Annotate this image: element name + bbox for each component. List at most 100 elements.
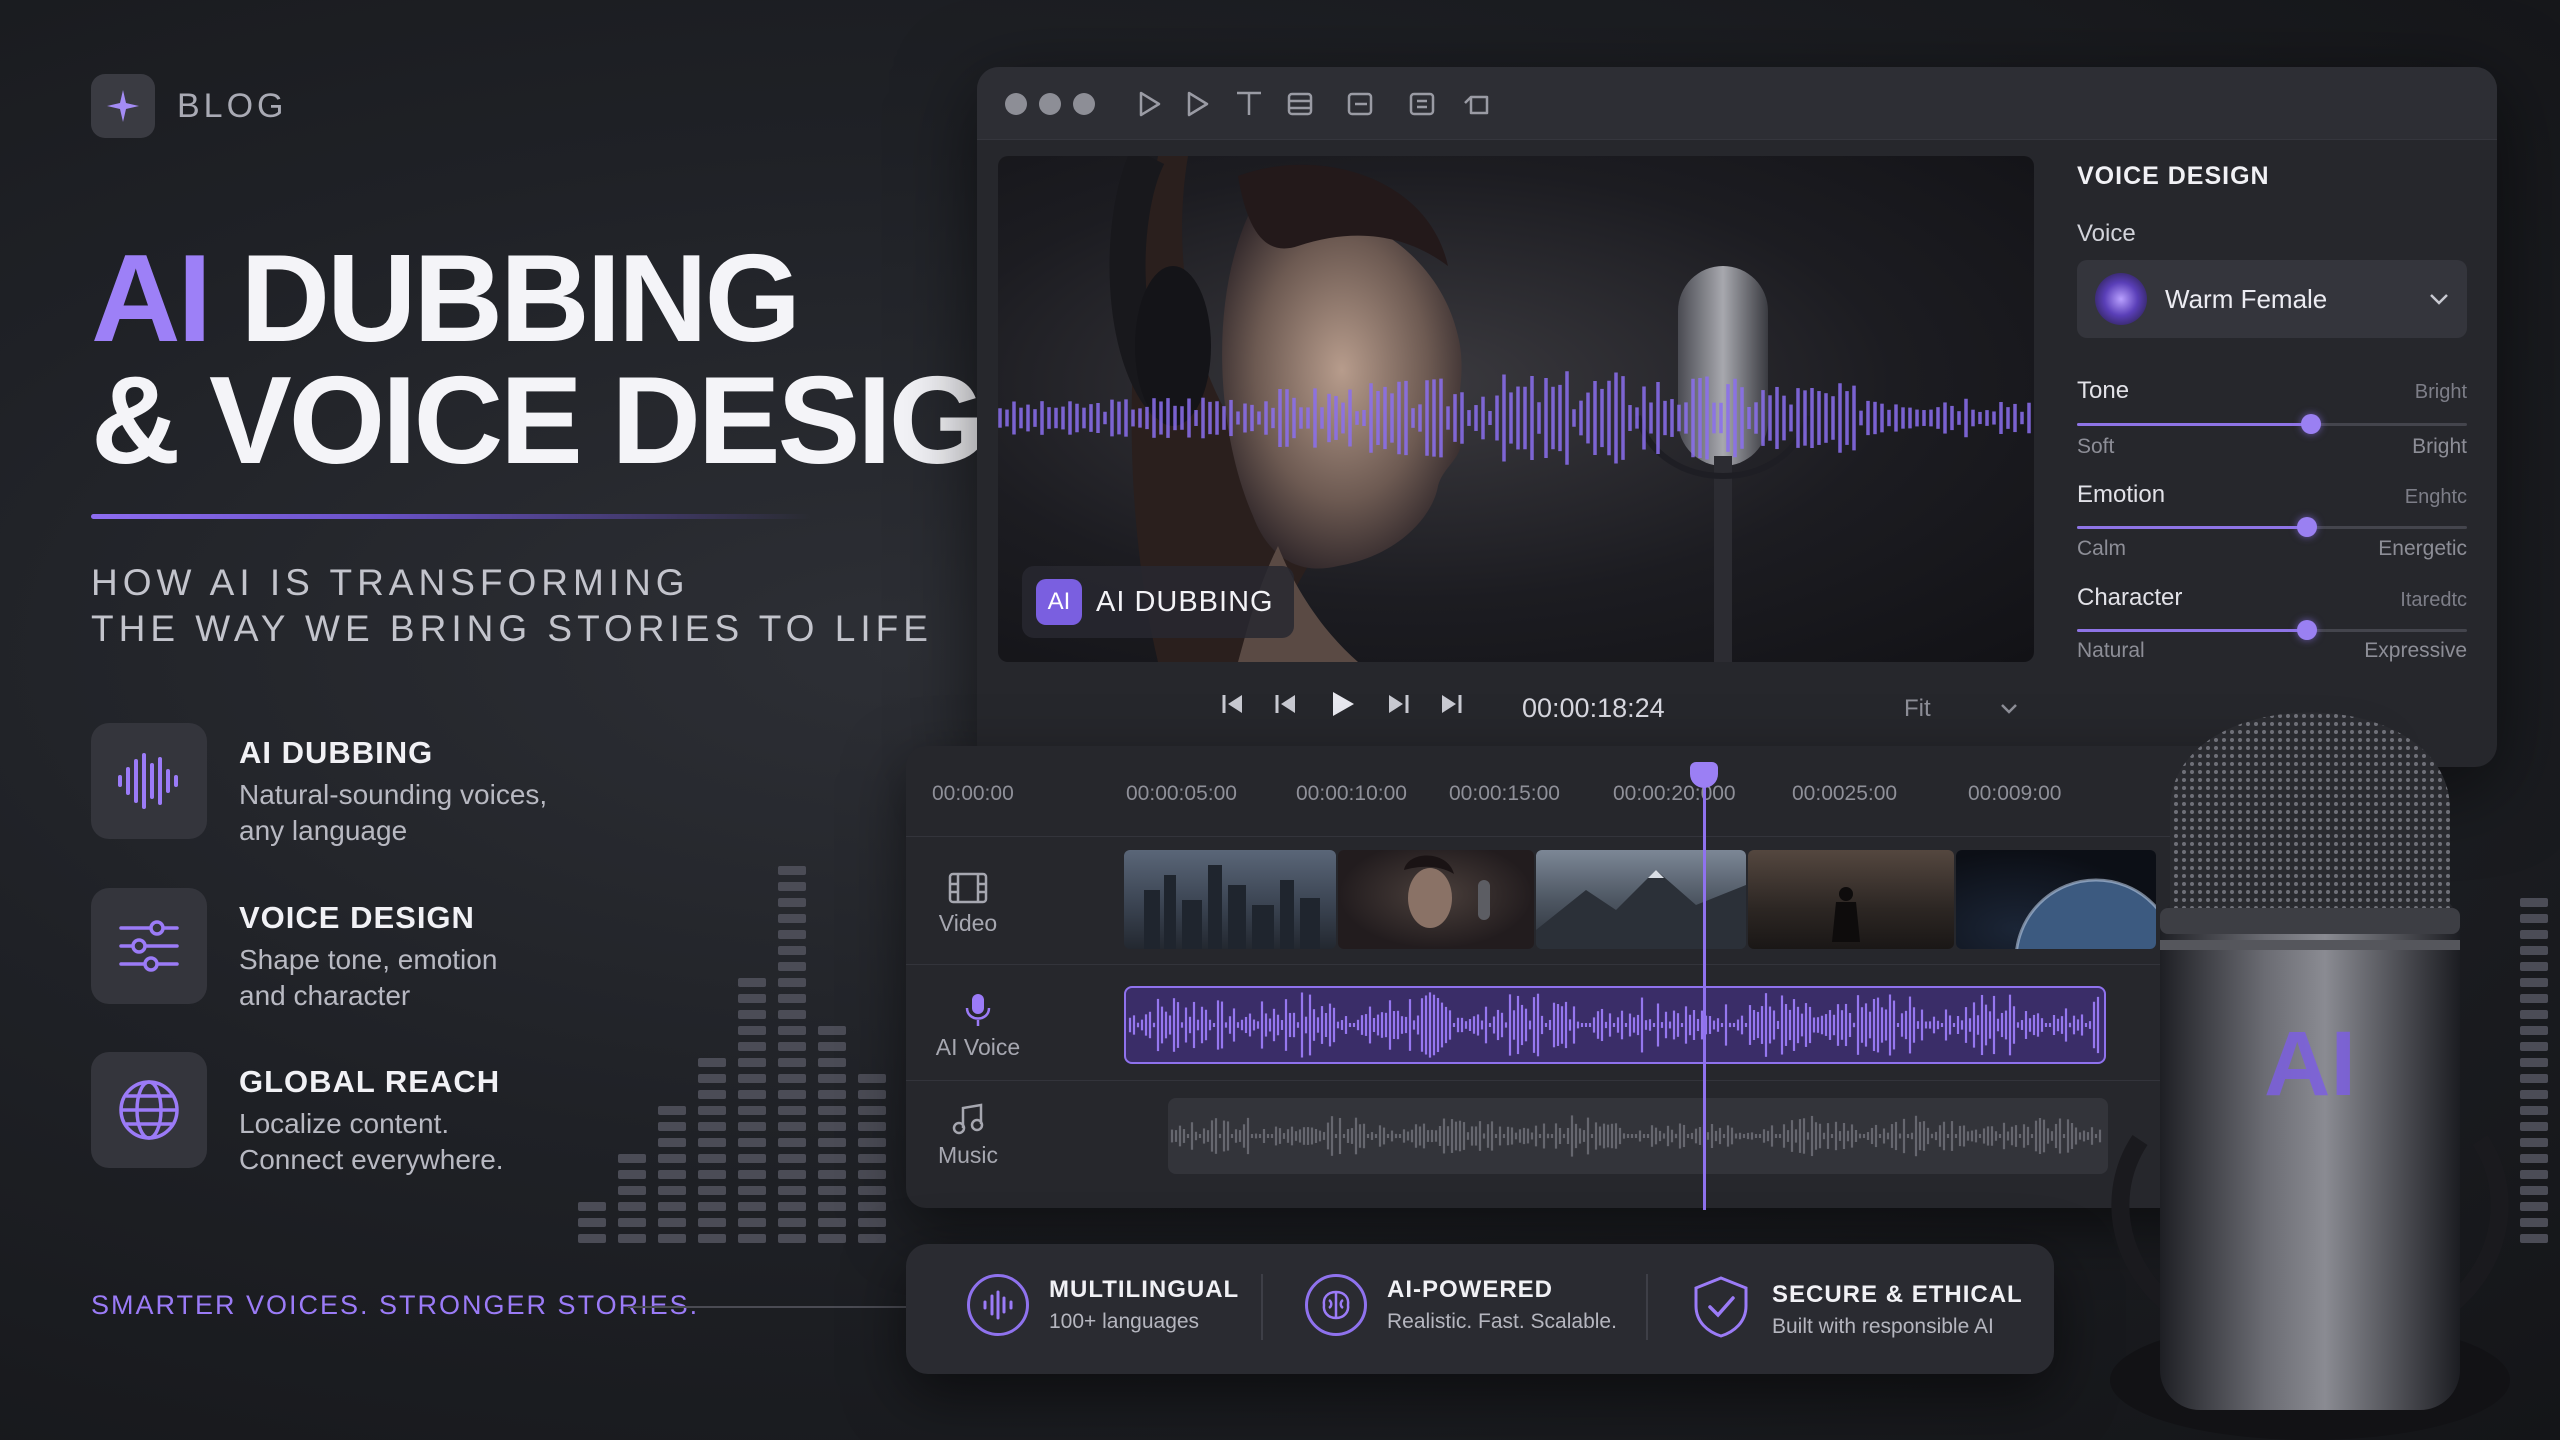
equalizer-segment [778, 946, 806, 955]
feature-global-reach: GLOBAL REACH Localize content. Connect e… [91, 1052, 504, 1178]
character-label: Character [2077, 584, 2183, 611]
ruler-tick: 00:00:00 [932, 782, 1014, 805]
equalizer-segment [778, 1218, 806, 1227]
equalizer-column [578, 1202, 606, 1243]
ruler-tick: 00:00:05:00 [1126, 782, 1237, 805]
character-slider-knob[interactable] [2297, 620, 2317, 640]
voice-panel-title: VOICE DESIGN [2077, 162, 2270, 190]
equalizer-segment [778, 914, 806, 923]
toolbar-icons [1139, 91, 1489, 117]
chevron-down-icon [2430, 294, 2448, 305]
emotion-slider-fill [2077, 526, 2307, 529]
equalizer-segment [778, 1234, 806, 1243]
feature-title: VOICE DESIGN [239, 900, 475, 935]
sliders-icon [91, 888, 207, 1004]
zoom-fit-select[interactable]: Fit [1890, 686, 2032, 732]
waveform-icon [91, 723, 207, 839]
equalizer-segment [818, 1074, 846, 1083]
ai-voice-clip[interactable] [1124, 986, 2106, 1064]
equalizer-segment [618, 1170, 646, 1179]
tagline: SMARTER VOICES. STRONGER STORIES. [91, 1290, 700, 1320]
window-titlebar [977, 67, 2497, 140]
equalizer-segment [738, 1106, 766, 1115]
title-divider [91, 514, 811, 519]
equalizer-segment [778, 1154, 806, 1163]
clip-thumbnail-silhouette[interactable] [1748, 850, 1954, 949]
equalizer-column [698, 1058, 726, 1243]
window-dot[interactable] [1039, 93, 1061, 115]
step-back-icon[interactable] [1274, 692, 1298, 716]
equalizer-column [738, 978, 766, 1243]
equalizer-segment [858, 1154, 886, 1163]
subtitle-line1: HOW AI IS TRANSFORMING [91, 562, 690, 603]
equalizer-segment [818, 1090, 846, 1099]
equalizer-segment [778, 898, 806, 907]
step-forward-icon[interactable] [1386, 692, 1410, 716]
feature-bar-desc: Built with responsible AI [1772, 1314, 1994, 1338]
music-note-icon [952, 1103, 984, 1135]
equalizer-segment [698, 1202, 726, 1211]
voice-label: Voice [2077, 220, 2136, 247]
title-line2: & VOICE DESIGN [91, 352, 1072, 490]
title-line1: DUBBING [209, 230, 801, 368]
tagline-divider [628, 1306, 924, 1308]
play-button[interactable] [1328, 690, 1356, 718]
equalizer-segment [818, 1186, 846, 1195]
emotion-label: Emotion [2077, 481, 2166, 508]
feature-bar-desc: Realistic. Fast. Scalable. [1387, 1310, 1617, 1333]
equalizer-segment [778, 1010, 806, 1019]
playhead[interactable] [1703, 770, 1706, 1210]
blog-label: BLOG [177, 86, 288, 125]
tone-slider-knob[interactable] [2301, 414, 2321, 434]
track-head-video[interactable]: Video [908, 872, 1028, 937]
track-head-voice[interactable]: AI Voice [918, 992, 1038, 1061]
equalizer-segment [778, 1042, 806, 1051]
equalizer-segment [738, 1186, 766, 1195]
equalizer-segment [778, 1122, 806, 1131]
badge-label: AI DUBBING [1096, 585, 1274, 618]
music-clip[interactable] [1168, 1098, 2108, 1174]
window-dot[interactable] [1005, 93, 1027, 115]
equalizer-column [818, 1026, 846, 1243]
emotion-hint: Enghtc [2404, 486, 2467, 508]
track-head-music[interactable]: Music [908, 1102, 1028, 1169]
equalizer-segment [738, 994, 766, 1003]
equalizer-segment [818, 1026, 846, 1035]
window-dot[interactable] [1073, 93, 1095, 115]
tone-label: Tone [2077, 377, 2130, 404]
equalizer-segment [738, 1234, 766, 1243]
subtitle: HOW AI IS TRANSFORMING THE WAY WE BRING … [91, 560, 933, 652]
ruler-tick: 00:0025:00 [1792, 782, 1898, 805]
character-slider-fill [2077, 629, 2307, 632]
tone-hint: Bright [2414, 381, 2467, 403]
equalizer-segment [818, 1138, 846, 1147]
equalizer-segment [658, 1218, 686, 1227]
voice-value: Warm Female [2165, 283, 2328, 314]
equalizer-segment [778, 1106, 806, 1115]
studio-microphone: AI [2110, 712, 2510, 1440]
voice-select[interactable]: Warm Female [2077, 260, 2467, 338]
feature-bar-title: AI-POWERED [1387, 1276, 1553, 1303]
clip-thumbnail-mountains[interactable] [1536, 850, 1746, 949]
clip-thumbnail-city[interactable] [1124, 850, 1336, 949]
equalizer-segment [738, 1154, 766, 1163]
equalizer-segment [818, 1202, 846, 1211]
blog-tag: BLOG [91, 74, 287, 138]
skip-start-icon[interactable] [1220, 692, 1244, 716]
clip-thumbnail-singer[interactable] [1338, 850, 1534, 949]
equalizer-segment [618, 1218, 646, 1227]
equalizer-segment [818, 1154, 846, 1163]
equalizer-segment [818, 1234, 846, 1243]
equalizer-segment [778, 882, 806, 891]
skip-end-icon[interactable] [1440, 692, 1464, 716]
equalizer-segment [818, 1122, 846, 1131]
equalizer-segment [698, 1058, 726, 1067]
equalizer-segment [738, 1138, 766, 1147]
film-icon [948, 872, 988, 904]
ruler-tick: 00:00:10:00 [1296, 782, 1407, 805]
emotion-slider-knob[interactable] [2297, 517, 2317, 537]
equalizer-segment [818, 1218, 846, 1227]
equalizer-segment [698, 1154, 726, 1163]
feature-desc: Localize content. Connect everywhere. [239, 1108, 504, 1175]
equalizer-segment [698, 1122, 726, 1131]
